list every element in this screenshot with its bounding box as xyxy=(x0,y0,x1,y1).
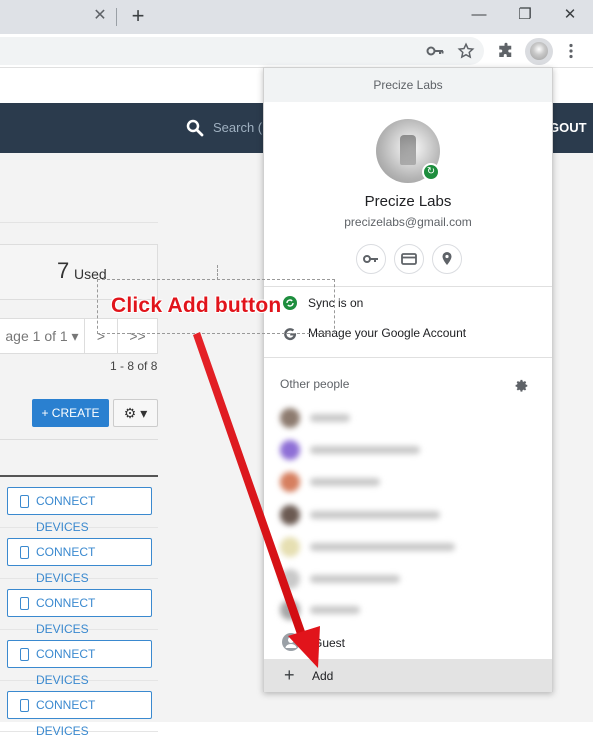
annotation-arrow xyxy=(193,332,320,668)
